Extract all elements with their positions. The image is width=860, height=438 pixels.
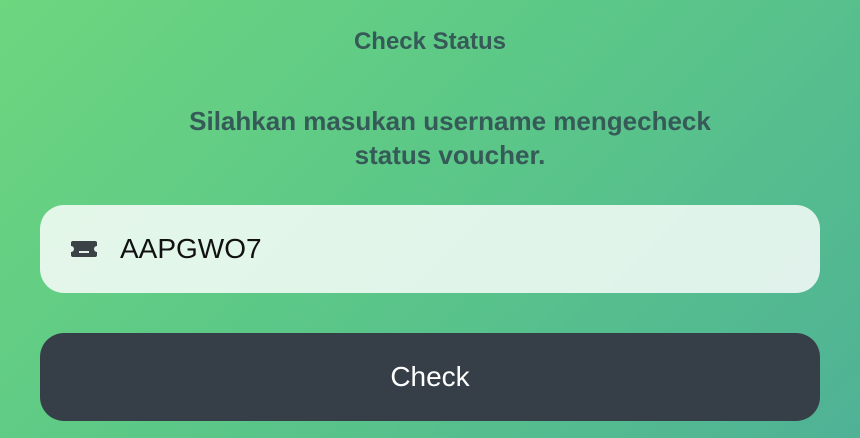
page-instruction: Silahkan masukan username mengecheck sta… — [189, 106, 711, 170]
username-input[interactable] — [120, 229, 800, 269]
page-title: Check Status — [353, 28, 507, 55]
username-field[interactable] — [40, 205, 820, 293]
check-button[interactable]: Check — [40, 333, 820, 421]
ticket-icon — [70, 239, 98, 259]
